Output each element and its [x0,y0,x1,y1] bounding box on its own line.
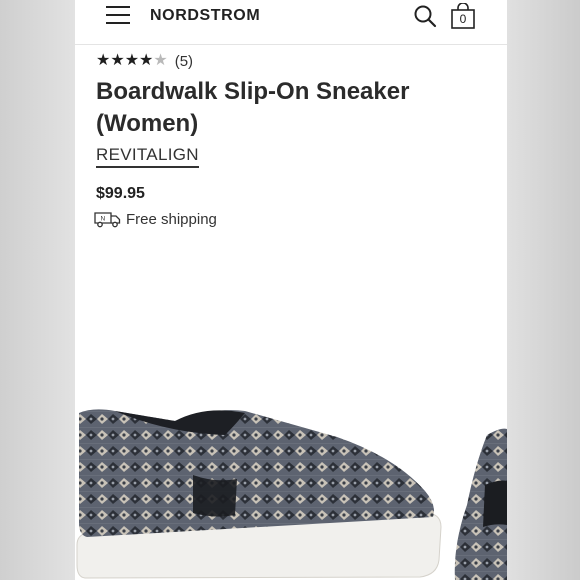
star-filled-icon: ★ [110,52,125,69]
brand-link[interactable]: REVITALIGN [96,145,199,168]
product-price: $99.95 [96,185,145,202]
background-left-margin [0,0,75,580]
mobile-product-page: NORDSTROM 0 ★ ★ ★ ★ ★ (5) Boardwalk Slip-On … [75,0,507,580]
bag-count-badge: 0 [459,12,467,26]
search-icon[interactable] [413,4,437,28]
product-image[interactable] [75,395,507,580]
star-empty-icon: ★ [153,52,168,69]
shipping-info: N Free shipping [94,210,217,228]
review-count: (5) [174,52,194,70]
star-filled-icon: ★ [124,52,140,69]
shopping-bag-button[interactable]: 0 [450,2,476,29]
sneaker-upper [79,409,434,537]
product-rating[interactable]: ★ ★ ★ ★ ★ (5) [96,52,193,70]
sneaker-elastic-gusset [193,475,237,517]
site-logo[interactable]: NORDSTROM [150,7,260,25]
background-right-margin [507,0,580,580]
star-filled-icon: ★ [139,52,154,69]
shipping-text: Free shipping [126,210,217,228]
product-title: Boardwalk Slip-On Sneaker (Women) [96,78,410,137]
rating-stars: ★ ★ ★ ★ ★ [96,53,168,69]
site-header: NORDSTROM 0 [75,0,507,36]
header-divider [75,44,507,45]
delivery-truck-icon: N [94,212,121,228]
svg-text:N: N [101,216,106,223]
hamburger-menu-icon[interactable] [106,6,130,24]
sneaker-image [76,409,507,580]
star-filled-icon: ★ [96,52,111,69]
